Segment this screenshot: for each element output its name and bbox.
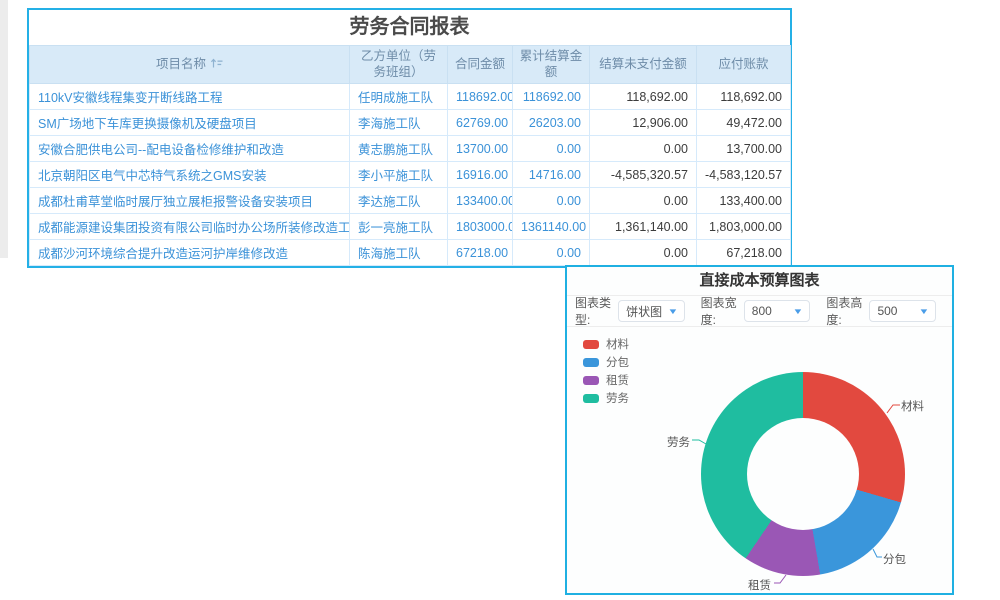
cell-payable: 67,218.00 (697, 240, 791, 266)
cell-unpaid_amount: 118,692.00 (590, 84, 697, 110)
report-table-body: 110kV安徽线程集变开断线路工程任明成施工队118692.00118692.0… (30, 84, 791, 266)
cell-unit[interactable]: 李小平施工队 (350, 162, 448, 188)
cell-unit[interactable]: 任明成施工队 (350, 84, 448, 110)
table-row: SM广场地下车库更换摄像机及硬盘项目李海施工队62769.0026203.001… (30, 110, 791, 136)
cell-settled_amount[interactable]: 0.00 (513, 188, 590, 214)
column-header-contract-amount: 合同金额 (448, 46, 513, 84)
chart-toolbar: 图表类型: 饼状图 ▼ 图表宽度: 800 ▼ 图表高度: 500 ▼ (567, 296, 952, 327)
report-table: 项目名称 乙方单位（劳务班组） 合同金额 累计结算金额 结算未支付金额 应付账款… (29, 45, 791, 266)
chart-width-label: 图表宽度: (701, 294, 739, 328)
cell-unit[interactable]: 彭一亮施工队 (350, 214, 448, 240)
chart-type-label: 图表类型: (575, 294, 613, 328)
cell-project[interactable]: SM广场地下车库更换摄像机及硬盘项目 (30, 110, 350, 136)
chart-height-select[interactable]: 500 ▼ (869, 300, 936, 322)
cell-payable: 133,400.00 (697, 188, 791, 214)
chart-width-select[interactable]: 800 ▼ (744, 300, 811, 322)
cell-settled_amount[interactable]: 0.00 (513, 240, 590, 266)
cell-project[interactable]: 110kV安徽线程集变开断线路工程 (30, 84, 350, 110)
chart-height-value: 500 (877, 304, 897, 318)
cell-contract_amount[interactable]: 62769.00 (448, 110, 513, 136)
cost-budget-chart-panel: 直接成本预算图表 图表类型: 饼状图 ▼ 图表宽度: 800 ▼ 图表高度: 5… (565, 265, 954, 595)
cell-unpaid_amount: 0.00 (590, 240, 697, 266)
cell-settled_amount[interactable]: 0.00 (513, 136, 590, 162)
cell-settled_amount[interactable]: 26203.00 (513, 110, 590, 136)
cell-contract_amount[interactable]: 133400.00 (448, 188, 513, 214)
table-row: 安徽合肥供电公司--配电设备检修维护和改造黄志鹏施工队13700.000.000… (30, 136, 791, 162)
cell-settled_amount[interactable]: 14716.00 (513, 162, 590, 188)
legend-label: 租赁 (606, 372, 629, 388)
column-header-project[interactable]: 项目名称 (30, 46, 350, 84)
table-row: 成都杜甫草堂临时展厅独立展柜报警设备安装项目李达施工队133400.000.00… (30, 188, 791, 214)
slice-label-subcontract: 分包 (883, 551, 906, 567)
sort-icon[interactable] (210, 58, 223, 69)
cell-settled_amount[interactable]: 118692.00 (513, 84, 590, 110)
cell-unpaid_amount: 12,906.00 (590, 110, 697, 136)
legend-item[interactable]: 租赁 (583, 371, 629, 389)
page-left-gutter (0, 0, 8, 258)
column-header-unit: 乙方单位（劳务班组） (350, 46, 448, 84)
legend-swatch (583, 358, 599, 367)
cell-project[interactable]: 成都沙河环境综合提升改造运河护岸维修改造 (30, 240, 350, 266)
legend-swatch (583, 376, 599, 385)
chart-title: 直接成本预算图表 (567, 267, 952, 296)
cell-project[interactable]: 北京朝阳区电气中芯特气系统之GMS安装 (30, 162, 350, 188)
legend-label: 劳务 (606, 390, 629, 406)
chevron-down-icon: ▼ (793, 307, 804, 316)
table-row: 北京朝阳区电气中芯特气系统之GMS安装李小平施工队16916.0014716.0… (30, 162, 791, 188)
chevron-down-icon: ▼ (918, 307, 929, 316)
cell-contract_amount[interactable]: 67218.00 (448, 240, 513, 266)
slice-label-labor: 劳务 (667, 434, 690, 450)
legend-item[interactable]: 材料 (583, 335, 629, 353)
cell-unpaid_amount: 0.00 (590, 136, 697, 162)
cell-project[interactable]: 安徽合肥供电公司--配电设备检修维护和改造 (30, 136, 350, 162)
cell-unpaid_amount: 0.00 (590, 188, 697, 214)
chevron-down-icon: ▼ (667, 307, 678, 316)
cell-unpaid_amount: -4,585,320.57 (590, 162, 697, 188)
chart-type-value: 饼状图 (626, 303, 662, 320)
labor-contract-report-panel: 劳务合同报表 项目名称 乙方单位（劳务班组） 合同金额 累计结算金额 结算未支付… (27, 8, 792, 268)
cell-contract_amount[interactable]: 1803000.00 (448, 214, 513, 240)
cell-payable: 13,700.00 (697, 136, 791, 162)
slice-label-material: 材料 (901, 398, 924, 414)
table-row: 110kV安徽线程集变开断线路工程任明成施工队118692.00118692.0… (30, 84, 791, 110)
legend-label: 材料 (606, 336, 629, 352)
slice-label-lease: 租赁 (748, 577, 771, 593)
cell-unit[interactable]: 黄志鹏施工队 (350, 136, 448, 162)
cell-unit[interactable]: 李达施工队 (350, 188, 448, 214)
legend-swatch (583, 394, 599, 403)
header-row: 项目名称 乙方单位（劳务班组） 合同金额 累计结算金额 结算未支付金额 应付账款 (30, 46, 791, 84)
cell-project[interactable]: 成都杜甫草堂临时展厅独立展柜报警设备安装项目 (30, 188, 350, 214)
cell-project[interactable]: 成都能源建设集团投资有限公司临时办公场所装修改造工程EPC (30, 214, 350, 240)
chart-area: 材料分包租赁劳务 材料 分包 租赁 劳务 (567, 327, 952, 595)
chart-height-label: 图表高度: (826, 294, 864, 328)
column-header-unpaid-amount: 结算未支付金额 (590, 46, 697, 84)
chart-width-value: 800 (752, 304, 772, 318)
legend-label: 分包 (606, 354, 629, 370)
chart-type-select[interactable]: 饼状图 ▼ (618, 300, 685, 322)
table-row: 成都沙河环境综合提升改造运河护岸维修改造陈海施工队67218.000.000.0… (30, 240, 791, 266)
cell-unit[interactable]: 陈海施工队 (350, 240, 448, 266)
cell-contract_amount[interactable]: 13700.00 (448, 136, 513, 162)
cell-payable: 49,472.00 (697, 110, 791, 136)
legend-item[interactable]: 劳务 (583, 389, 629, 407)
report-title: 劳务合同报表 (29, 10, 790, 45)
cell-payable: -4,583,120.57 (697, 162, 791, 188)
cell-payable: 1,803,000.00 (697, 214, 791, 240)
table-row: 成都能源建设集团投资有限公司临时办公场所装修改造工程EPC彭一亮施工队18030… (30, 214, 791, 240)
cell-payable: 118,692.00 (697, 84, 791, 110)
cell-contract_amount[interactable]: 16916.00 (448, 162, 513, 188)
column-header-settled-amount: 累计结算金额 (513, 46, 590, 84)
donut-hole (747, 418, 859, 530)
legend-item[interactable]: 分包 (583, 353, 629, 371)
chart-legend: 材料分包租赁劳务 (583, 335, 629, 407)
column-header-payable: 应付账款 (697, 46, 791, 84)
legend-swatch (583, 340, 599, 349)
cell-settled_amount[interactable]: 1361140.00 (513, 214, 590, 240)
cell-unit[interactable]: 李海施工队 (350, 110, 448, 136)
cell-unpaid_amount: 1,361,140.00 (590, 214, 697, 240)
cell-contract_amount[interactable]: 118692.00 (448, 84, 513, 110)
